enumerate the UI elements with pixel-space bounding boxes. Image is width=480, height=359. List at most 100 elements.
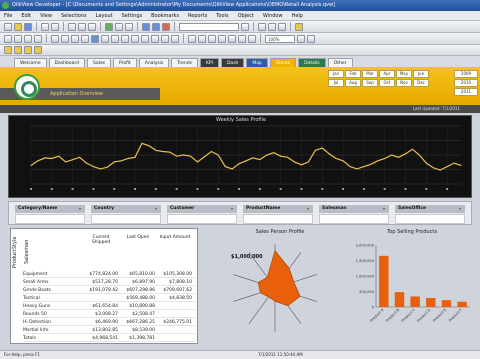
first-sheet-icon[interactable] [4, 46, 12, 54]
table-viewer-icon[interactable] [34, 34, 42, 43]
filter-listbox[interactable] [15, 214, 85, 224]
menu-item[interactable]: View [40, 13, 52, 19]
help-icon[interactable] [295, 22, 303, 31]
sheet-tab[interactable]: Details [298, 58, 326, 67]
sheet-tab[interactable]: Stores [269, 58, 297, 67]
save-icon[interactable] [24, 22, 32, 31]
sheet-tab[interactable]: Dashboard [48, 58, 86, 67]
print-icon[interactable] [41, 22, 49, 31]
menu-item[interactable]: Object [238, 13, 254, 19]
filter-header[interactable]: Category/Name [15, 205, 85, 213]
reload-icon[interactable] [105, 22, 113, 31]
redo-icon[interactable] [125, 22, 133, 31]
menu-item[interactable]: Layout [96, 13, 113, 19]
add-chart-icon[interactable] [91, 34, 99, 43]
align-left-icon[interactable] [188, 34, 196, 43]
edit-script-icon[interactable] [24, 34, 32, 43]
year-cell[interactable]: 2009 [454, 70, 478, 78]
table-row[interactable]: Heavy Guns $61,654.84 $10,890.88 [23, 303, 195, 310]
sheet-tab[interactable]: Dash [220, 58, 245, 67]
column-header[interactable]: Current Shipped [83, 235, 119, 245]
filter-listbox[interactable] [167, 214, 237, 224]
weekly-sales-chart[interactable]: Weekly Sales Profile [8, 115, 472, 198]
add-tablebox-icon[interactable] [81, 34, 89, 43]
sheet-tab[interactable]: Sales [87, 58, 111, 67]
menu-item[interactable]: Bookmarks [151, 13, 179, 19]
align-top-icon[interactable] [218, 34, 226, 43]
align-bottom-icon[interactable] [228, 34, 236, 43]
dropdown-arrow-icon[interactable]: ▾ [459, 206, 461, 211]
table-row[interactable]: Martial Info $13,802.85 $8,539.00 [23, 327, 195, 334]
undo-icon[interactable] [115, 22, 123, 31]
sheet-tab[interactable]: Trends [171, 58, 198, 67]
menu-item[interactable]: Selections [61, 13, 87, 19]
menu-item[interactable]: Reports [188, 13, 207, 19]
sales-pivot-table[interactable]: ProductStyle Salesman Current Shipped Las… [10, 228, 198, 344]
month-cell[interactable]: Apr [379, 70, 395, 78]
dropdown-arrow-icon[interactable]: ▾ [79, 206, 81, 211]
month-cell[interactable]: Feb [345, 70, 361, 78]
clear-selections-icon[interactable] [162, 22, 170, 31]
zoom-select[interactable]: 100% [265, 34, 295, 43]
month-cell[interactable]: Sep [362, 79, 378, 87]
sheet-tab[interactable]: Map [246, 58, 268, 67]
sheet-tab[interactable]: KPI [199, 58, 219, 67]
filter-header[interactable]: Salesman [319, 205, 389, 213]
space-horizontal-icon[interactable] [238, 34, 246, 43]
month-cell[interactable]: Jun [413, 70, 429, 78]
month-cell[interactable]: May [396, 70, 412, 78]
top-selling-products-chart[interactable]: 2,000,0001,500,0001,000,000500,0000Produ… [350, 237, 474, 345]
copy-icon[interactable] [78, 22, 86, 31]
search-icon[interactable] [241, 22, 249, 31]
add-bookmark-object-icon[interactable] [161, 34, 169, 43]
print-preview-icon[interactable] [51, 22, 59, 31]
sheet-tab[interactable]: Profit [113, 58, 137, 67]
next-sheet-icon[interactable] [24, 46, 32, 54]
menu-item[interactable]: Help [292, 13, 303, 19]
filter-header[interactable]: Country [91, 205, 161, 213]
dimension-header-salesman[interactable]: Salesman [24, 233, 32, 271]
sheet-tab[interactable]: Analysis [138, 58, 170, 67]
column-header[interactable]: Input Amount [157, 235, 193, 240]
grid-icon[interactable] [297, 34, 305, 43]
year-cell[interactable]: 2011 [454, 88, 478, 96]
month-cell[interactable]: Jan [328, 70, 344, 78]
bar[interactable] [394, 292, 405, 307]
sheet-tab[interactable]: Welcome [14, 58, 47, 67]
last-sheet-icon[interactable] [34, 46, 42, 54]
filter-header[interactable]: Customer [167, 205, 237, 213]
dimension-header-productstyle[interactable]: ProductStyle [12, 233, 20, 271]
filter-listbox[interactable] [395, 214, 465, 224]
month-cell[interactable]: Dec [413, 79, 429, 87]
table-row[interactable]: Hi Detection $6,469.90 $667,286.25 $246,775… [23, 319, 195, 326]
menu-item[interactable]: Tools [216, 13, 228, 19]
open-folder-icon[interactable] [14, 22, 22, 31]
add-slider-icon[interactable] [151, 34, 159, 43]
dropdown-arrow-icon[interactable]: ▾ [383, 206, 385, 211]
table-row[interactable]: Small Arms $517,28.70 $6,897.90 $7,808.10 [23, 279, 195, 286]
add-statistics-icon[interactable] [61, 34, 69, 43]
new-document-icon[interactable] [4, 22, 12, 31]
add-lineobject-icon[interactable] [141, 34, 149, 43]
dropdown-arrow-icon[interactable]: ▾ [231, 206, 233, 211]
table-row[interactable]: Tactical $569,488.00 $4,838.50 [23, 295, 195, 302]
lock-icon[interactable] [268, 22, 276, 31]
menu-item[interactable]: File [4, 13, 12, 19]
add-multibox-icon[interactable] [71, 34, 79, 43]
filter-header[interactable]: SalesOffice [395, 205, 465, 213]
sales-person-profile-chart[interactable]: $1,000,000 [215, 236, 345, 346]
month-cell[interactable]: Oct [379, 79, 395, 87]
cut-icon[interactable] [68, 22, 76, 31]
filter-listbox[interactable] [91, 214, 161, 224]
search-input[interactable] [179, 22, 239, 31]
back-icon[interactable] [142, 22, 150, 31]
menu-item[interactable]: Window [263, 13, 283, 19]
bar[interactable] [410, 296, 420, 307]
paste-icon[interactable] [88, 22, 96, 31]
table-row[interactable]: Grnde Boats $191,078.42 $607,298.96 $709,60… [23, 287, 195, 294]
year-cell[interactable]: 2010 [454, 79, 478, 87]
space-vertical-icon[interactable] [248, 34, 256, 43]
filter-header[interactable]: ProductName [243, 205, 313, 213]
dropdown-arrow-icon[interactable]: ▾ [155, 206, 157, 211]
filter-listbox[interactable] [243, 214, 313, 224]
